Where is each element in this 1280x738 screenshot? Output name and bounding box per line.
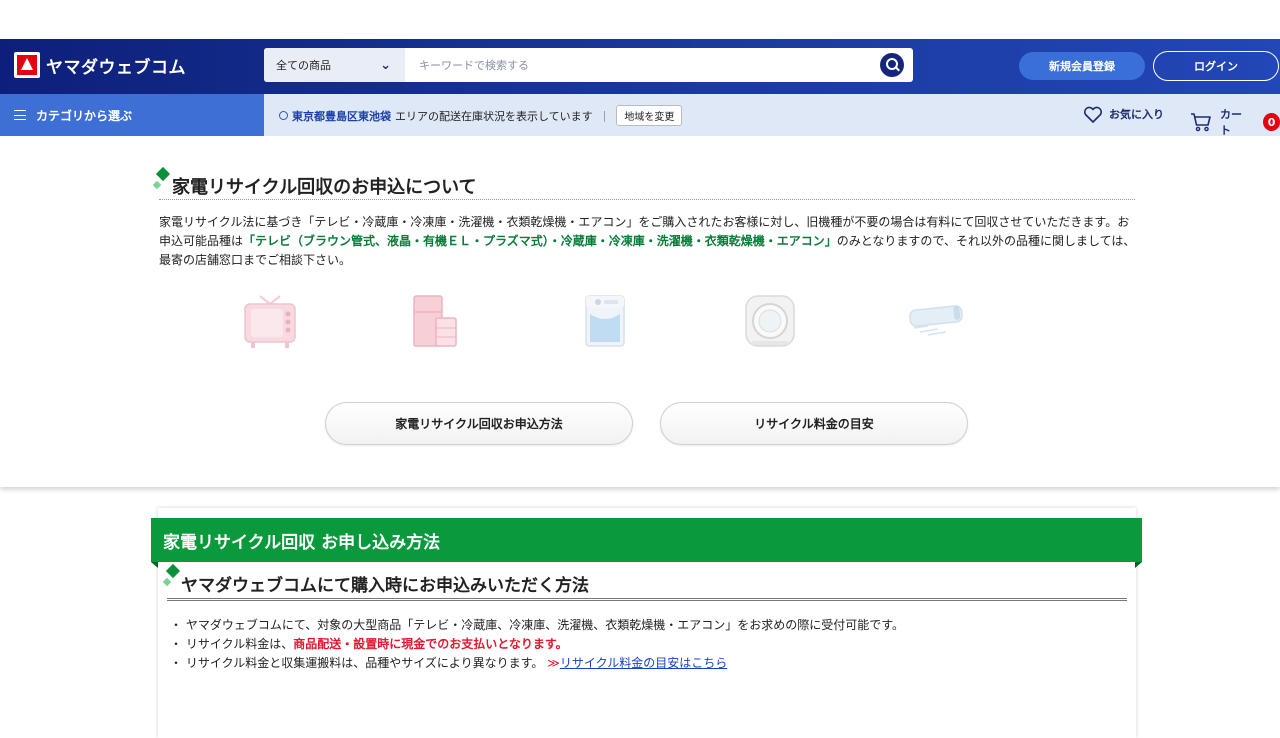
section-banner: 家電リサイクル回収 お申し込み方法 — [151, 518, 1142, 568]
fee-guide-link[interactable]: リサイクル料金の目安はこちら — [560, 656, 727, 670]
location-pin-icon — [279, 111, 288, 120]
list-item: ・ ヤマダウェブコムにて、対象の大型商品「テレビ・冷蔵庫、冷凍庫、洗濯機、衣類乾… — [170, 618, 905, 632]
chevron-down-icon: ⌄ — [380, 57, 391, 73]
washing-machine-icon — [582, 290, 628, 354]
bullet3-text: ・ リサイクル料金と収集運搬料は、品種やサイズにより異なります。 — [170, 656, 544, 670]
cart-icon — [1190, 112, 1212, 132]
recycle-fee-button[interactable]: リサイクル料金の目安 — [660, 402, 968, 445]
login-button[interactable]: ログイン — [1153, 51, 1279, 81]
cart-link[interactable]: カート 0 — [1190, 106, 1280, 138]
top-strip — [0, 0, 1280, 39]
area-location[interactable]: 東京都豊島区東池袋 — [292, 108, 391, 124]
category-menu-button[interactable]: カテゴリから選ぶ — [0, 94, 264, 136]
title-divider — [159, 199, 1135, 200]
sub-navigation: カテゴリから選ぶ 東京都豊島区東池袋 エリアの配送在庫状況を表示しています | … — [0, 94, 1280, 138]
cart-label: カート — [1220, 108, 1242, 137]
air-conditioner-icon — [908, 290, 966, 354]
change-area-button[interactable]: 地域を変更 — [616, 105, 683, 126]
appliance-icons — [232, 290, 972, 350]
site-logo[interactable]: ヤマダウェブコム — [14, 52, 186, 78]
tv-icon — [242, 290, 298, 354]
register-button[interactable]: 新規会員登録 — [1019, 52, 1145, 80]
page-title: 家電リサイクル回収のお申込について — [172, 177, 477, 198]
bullet2-text: ・ リサイクル料金は、 — [170, 637, 294, 651]
delivery-area-info: 東京都豊島区東池袋 エリアの配送在庫状況を表示しています | 地域を変更 — [279, 105, 683, 126]
area-status-text: エリアの配送在庫状況を表示しています — [395, 109, 593, 123]
yamada-logo-icon — [14, 52, 40, 78]
list-item: ・ リサイクル料金と収集運搬料は、品種やサイズにより異なります。 ≫リサイクル料… — [170, 654, 904, 673]
search-icon[interactable] — [880, 53, 904, 77]
dryer-icon — [742, 290, 798, 354]
list-item: ・ リサイクル料金は、商品配送・設置時に現金でのお支払いとなります。 — [170, 635, 904, 654]
arrow-icon: ≫ — [547, 656, 560, 670]
section-subtitle: ヤマダウェブコムにて購入時にお申込みいただく方法 — [181, 576, 589, 596]
subtitle-divider — [167, 598, 1127, 601]
favorites-link[interactable]: お気に入り — [1083, 106, 1164, 123]
site-header: ヤマダウェブコム 全ての商品 ⌄ 新規会員登録 ログイン — [0, 39, 1280, 94]
area-separator: | — [602, 109, 607, 122]
search-input[interactable] — [405, 48, 880, 82]
favorites-label: お気に入り — [1109, 108, 1164, 121]
cart-count-badge: 0 — [1263, 113, 1280, 131]
category-menu-label: カテゴリから選ぶ — [36, 108, 133, 123]
logo-text: ヤマダウェブコム — [46, 57, 186, 78]
search-bar: 全ての商品 ⌄ — [264, 48, 913, 82]
intro-paragraph: 家電リサイクル法に基づき「テレビ・冷蔵庫・冷凍庫・洗濯機・衣類乾燥機・エアコン」… — [159, 213, 1137, 270]
search-category-label: 全ての商品 — [276, 59, 331, 72]
refrigerator-icon — [410, 290, 460, 354]
search-category-select[interactable]: 全ての商品 ⌄ — [264, 48, 405, 82]
heart-icon — [1083, 106, 1103, 123]
payment-note: 商品配送・設置時に現金でのお支払いとなります。 — [293, 637, 568, 651]
hamburger-icon — [14, 110, 26, 120]
method-bullet-list: ・ ヤマダウェブコムにて、対象の大型商品「テレビ・冷蔵庫、冷凍庫、洗濯機、衣類乾… — [170, 616, 904, 673]
intro-highlight: 「テレビ（ブラウン管式、液晶・有機ＥＬ・プラズマ式）・冷蔵庫・冷凍庫・洗濯機・衣… — [243, 234, 837, 248]
recycle-method-button[interactable]: 家電リサイクル回収お申込方法 — [325, 402, 633, 445]
